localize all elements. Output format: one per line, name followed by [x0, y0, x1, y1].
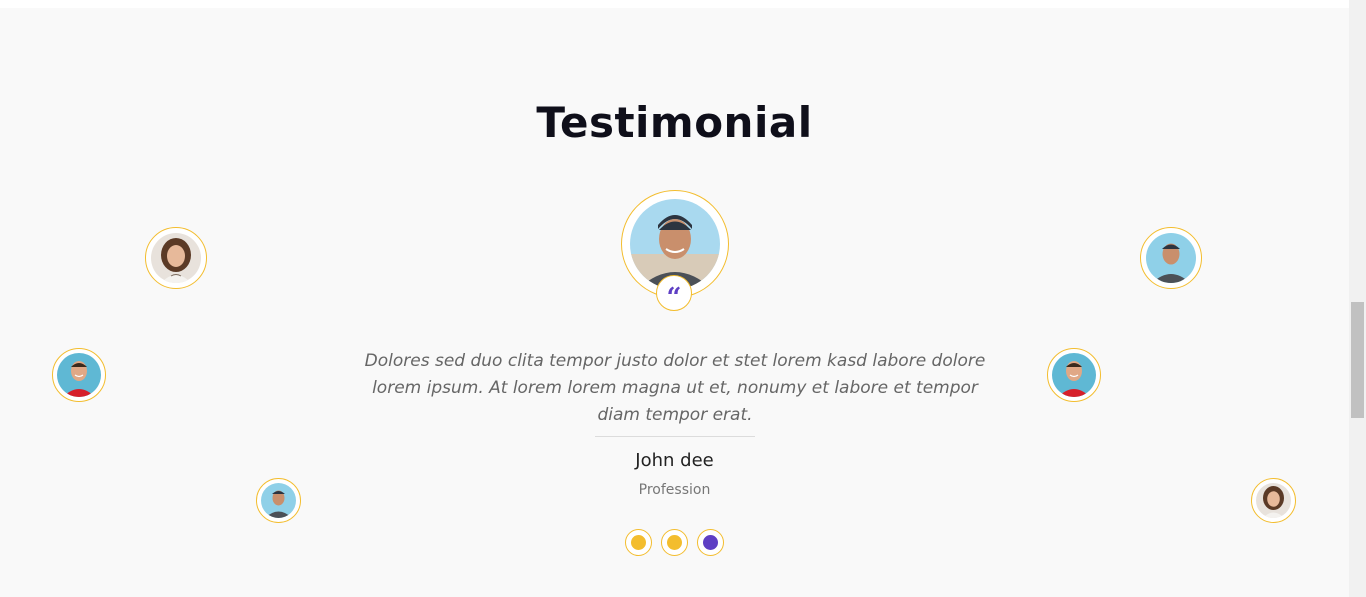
avatar-man-left-red: [52, 348, 106, 402]
avatar-image: [151, 233, 201, 283]
section-title: Testimonial: [536, 98, 813, 147]
dot-fill: [667, 535, 682, 550]
avatar-woman-top-left: [145, 227, 207, 289]
testimonial-quote: Dolores sed duo clita tempor justo dolor…: [364, 351, 986, 425]
dot-fill: [631, 535, 646, 550]
dot-fill: [703, 535, 718, 550]
carousel-dot-1[interactable]: [625, 529, 652, 556]
quote-icon: “: [656, 275, 692, 311]
avatar-image: [57, 353, 101, 397]
carousel-dot-2[interactable]: [661, 529, 688, 556]
avatar-man-top-right: [1140, 227, 1202, 289]
scrollbar-thumb[interactable]: [1351, 302, 1364, 418]
carousel-dot-3[interactable]: [697, 529, 724, 556]
avatar-image: [1052, 353, 1096, 397]
testimonial-section: Testimonial “ Dolores sed duo clita temp…: [0, 8, 1349, 597]
testimonial-name: John dee: [635, 450, 714, 471]
testimonial-profession: Profession: [638, 482, 711, 498]
carousel-dots: [625, 529, 724, 556]
page: Testimonial “ Dolores sed duo clita temp…: [0, 0, 1366, 597]
avatar-man-right-red: [1047, 348, 1101, 402]
scrollbar[interactable]: [1349, 0, 1366, 597]
avatar-image: [1146, 233, 1196, 283]
divider: [595, 436, 755, 437]
